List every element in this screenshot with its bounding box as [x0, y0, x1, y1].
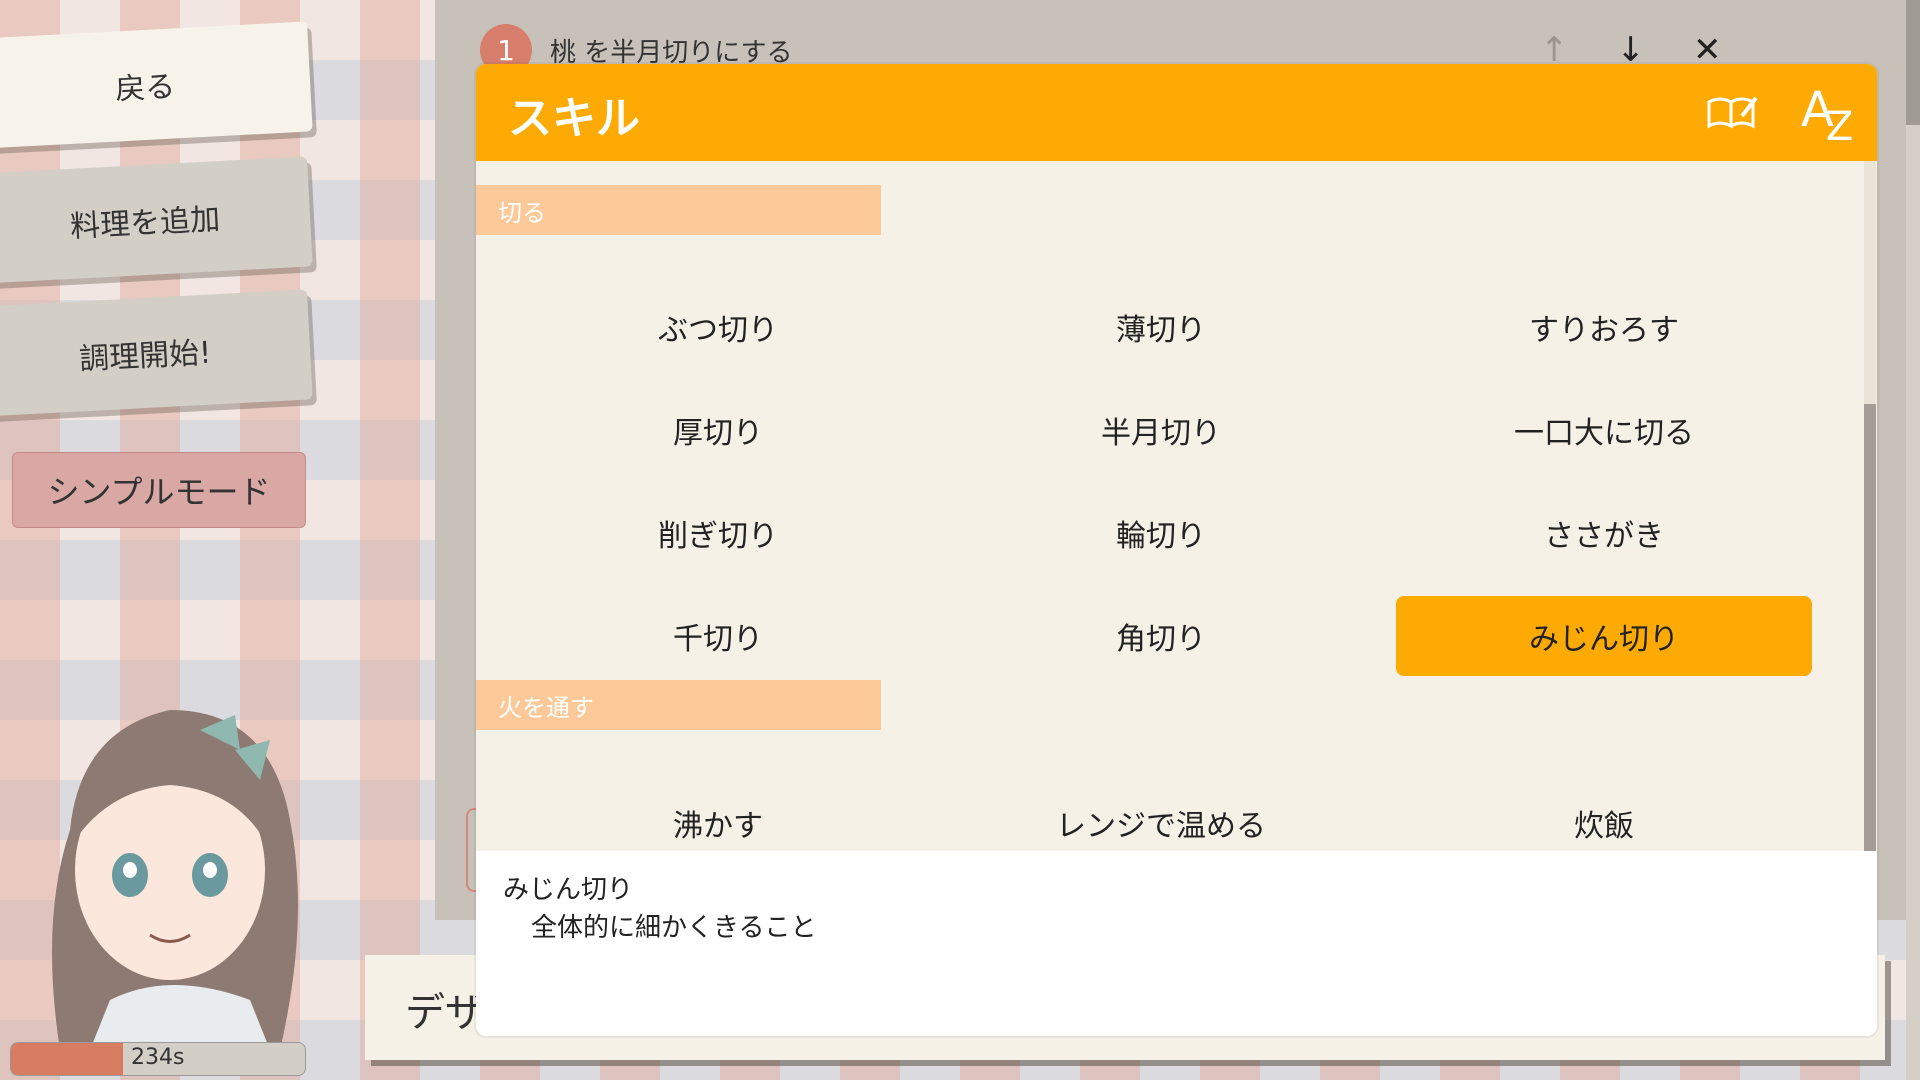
back-button-label: 戻る: [114, 69, 177, 108]
skill-item[interactable]: 半月切り: [953, 390, 1369, 470]
modal-header: スキル AZ: [476, 64, 1877, 161]
skill-item[interactable]: 厚切り: [510, 390, 926, 470]
skill-item[interactable]: 薄切り: [953, 287, 1369, 367]
skill-item[interactable]: 削ぎ切り: [510, 493, 926, 573]
book-edit-icon[interactable]: [1706, 92, 1758, 132]
dessert-card-label: デザ: [405, 990, 485, 1036]
description-title: みじん切り: [503, 875, 634, 905]
skill-item[interactable]: ぶつ切り: [510, 287, 926, 367]
add-dish-button-label: 料理を追加: [69, 202, 221, 245]
page-scrollbar-thumb[interactable]: [1906, 0, 1920, 125]
skill-item[interactable]: 一口大に切る: [1396, 390, 1812, 470]
timer-label: 234s: [131, 1045, 185, 1070]
skill-modal: スキル AZ 切る ぶつ切り 薄切り すりおろす 厚切り 半月切り 一口大に切る…: [476, 64, 1877, 1036]
add-dish-button[interactable]: 料理を追加: [0, 156, 313, 284]
category-cut: 切る: [476, 185, 881, 235]
step-text: 桃 を半月切りにする: [550, 37, 793, 68]
skill-list-scrollbar-thumb[interactable]: [1864, 404, 1876, 851]
timer-fill: [11, 1043, 123, 1075]
page-scrollbar[interactable]: [1906, 0, 1920, 1080]
skill-item[interactable]: すりおろす: [1396, 287, 1812, 367]
skill-item[interactable]: 千切り: [510, 596, 926, 676]
simple-mode-button[interactable]: シンプルモード: [12, 452, 306, 528]
skill-item[interactable]: ささがき: [1396, 493, 1812, 573]
skill-item[interactable]: 角切り: [953, 596, 1369, 676]
skill-list: 切る ぶつ切り 薄切り すりおろす 厚切り 半月切り 一口大に切る 削ぎ切り 輪…: [476, 161, 1868, 851]
skill-description: みじん切り 全体的に細かくきること: [476, 851, 1877, 1036]
sort-z-glyph: Z: [1825, 104, 1854, 150]
start-cooking-button[interactable]: 調理開始!: [0, 289, 313, 417]
character-portrait: [52, 710, 298, 1050]
modal-title: スキル: [508, 93, 640, 144]
sort-az-icon[interactable]: AZ: [1801, 82, 1861, 150]
timer-bar: 234s: [10, 1042, 306, 1076]
category-heat: 火を通す: [476, 680, 881, 730]
back-button[interactable]: 戻る: [0, 21, 313, 149]
simple-mode-label: シンプルモード: [47, 473, 271, 511]
description-text: 全体的に細かくきること: [531, 913, 817, 943]
skill-item[interactable]: 輪切り: [953, 493, 1369, 573]
skill-item-selected[interactable]: みじん切り: [1396, 596, 1812, 676]
start-cooking-button-label: 調理開始!: [78, 335, 213, 378]
